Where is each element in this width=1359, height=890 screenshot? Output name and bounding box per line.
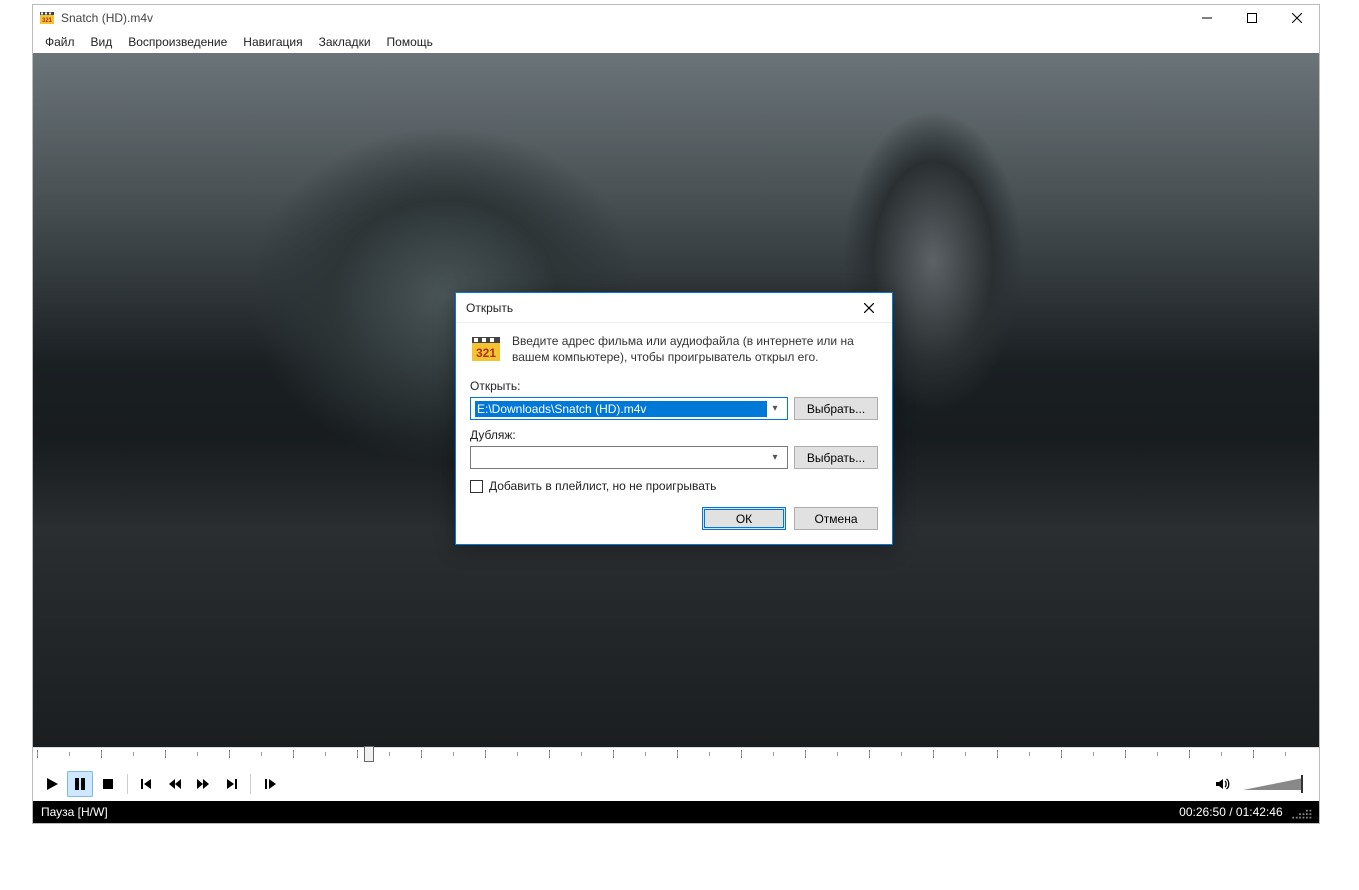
dialog-intro-text: Введите адрес фильма или аудиофайла (в и… — [512, 333, 878, 365]
seekbar-row — [33, 747, 1319, 767]
window-controls — [1184, 5, 1319, 31]
window-title: Snatch (HD).m4v — [61, 11, 1184, 25]
maximize-button[interactable] — [1229, 5, 1274, 31]
dub-label: Дубляж: — [470, 428, 878, 442]
time-display: 00:26:50 / 01:42:46 — [1179, 805, 1282, 819]
menu-favorites[interactable]: Закладки — [311, 33, 379, 51]
rewind-button[interactable] — [162, 771, 188, 797]
open-label: Открыть: — [470, 379, 878, 393]
open-path-value: E:\Downloads\Snatch (HD).m4v — [475, 401, 767, 417]
mute-button[interactable] — [1209, 771, 1235, 797]
controls — [33, 767, 1319, 801]
play-button[interactable] — [39, 771, 65, 797]
menu-help[interactable]: Помощь — [379, 33, 441, 51]
menu-view[interactable]: Вид — [83, 33, 121, 51]
app-icon: 321 — [39, 10, 55, 26]
status-text: Пауза [H/W] — [41, 805, 1179, 819]
seekbar[interactable] — [37, 748, 1315, 767]
separator — [127, 774, 128, 794]
browse-open-button[interactable]: Выбрать... — [794, 397, 878, 420]
open-path-input[interactable]: E:\Downloads\Snatch (HD).m4v ▾ — [470, 397, 788, 420]
frame-step-button[interactable] — [257, 771, 283, 797]
svg-text:321: 321 — [42, 18, 53, 24]
menubar: Файл Вид Воспроизведение Навигация Закла… — [33, 31, 1319, 53]
pause-button[interactable] — [67, 771, 93, 797]
menu-file[interactable]: Файл — [37, 33, 83, 51]
menu-navigate[interactable]: Навигация — [235, 33, 310, 51]
separator — [250, 774, 251, 794]
cancel-button[interactable]: Отмена — [794, 507, 878, 530]
dialog-titlebar: Открыть — [456, 293, 892, 323]
dialog-body: 321 Введите адрес фильма или аудиофайла … — [456, 323, 892, 544]
menu-play[interactable]: Воспроизведение — [120, 33, 235, 51]
skip-back-button[interactable] — [134, 771, 160, 797]
ok-button[interactable]: ОК — [702, 507, 786, 530]
close-button[interactable] — [1274, 5, 1319, 31]
seekbar-subticks — [37, 752, 1315, 756]
dialog-close-button[interactable] — [856, 295, 882, 321]
statusbar: Пауза [H/W] 00:26:50 / 01:42:46 ⣀⣤⣶ — [33, 801, 1319, 823]
add-to-playlist-label: Добавить в плейлист, но не проигрывать — [489, 479, 716, 493]
open-dialog: Открыть 321 Введите адрес фильма или ауд… — [455, 292, 893, 545]
dropdown-icon[interactable]: ▾ — [767, 403, 783, 414]
forward-button[interactable] — [190, 771, 216, 797]
volume-slider[interactable] — [1243, 777, 1313, 791]
browse-dub-button[interactable]: Выбрать... — [794, 446, 878, 469]
dialog-app-icon: 321 — [470, 333, 502, 365]
minimize-button[interactable] — [1184, 5, 1229, 31]
add-to-playlist-checkbox[interactable] — [470, 480, 483, 493]
dub-path-input[interactable]: ▾ — [470, 446, 788, 469]
seekbar-thumb[interactable] — [364, 746, 374, 762]
skip-forward-button[interactable] — [218, 771, 244, 797]
svg-text:321: 321 — [476, 346, 496, 360]
dialog-title: Открыть — [466, 301, 856, 315]
dropdown-icon[interactable]: ▾ — [767, 452, 783, 463]
resize-grip-icon[interactable]: ⣀⣤⣶ — [1291, 805, 1311, 819]
stop-button[interactable] — [95, 771, 121, 797]
titlebar: 321 Snatch (HD).m4v — [33, 5, 1319, 31]
